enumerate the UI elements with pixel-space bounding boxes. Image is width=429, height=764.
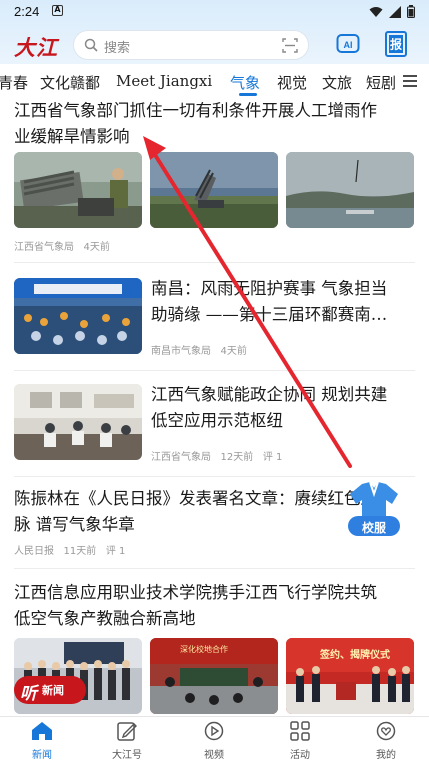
battery-icon <box>407 5 415 18</box>
nav-profile[interactable]: 我的 <box>356 721 416 761</box>
home-icon <box>32 722 52 740</box>
article-title: 南昌：风雨无阻护赛事 气象担当 助骑缘 ——第十三届环鄱赛南… <box>151 276 419 328</box>
newspaper-button[interactable]: 报 <box>384 30 408 58</box>
newspaper-icon: 报 <box>385 31 407 57</box>
divider <box>14 262 415 263</box>
tab-meet-jiangxi[interactable]: Meet Jiangxi <box>116 72 212 90</box>
article-image <box>14 384 142 460</box>
article-image: 深化校地合作 <box>150 638 278 714</box>
article-time: 4天前 <box>83 242 110 253</box>
article-meta: 人民日报 11天前 评 1 <box>14 542 125 557</box>
menu-icon[interactable] <box>403 75 417 87</box>
search-bar[interactable]: 搜索 <box>73 30 309 60</box>
comment-count: 评 1 <box>105 546 126 557</box>
nav-label: 我的 <box>376 750 396 761</box>
article-image: 签约、揭牌仪式 <box>286 638 414 714</box>
article-meta: 江西省气象局 4天前 <box>14 238 110 253</box>
listen-char: 听 <box>20 684 37 704</box>
article-source: 江西省气象局 <box>151 452 211 463</box>
status-time: 2:24 <box>14 4 40 19</box>
ai-icon: AI <box>336 34 360 53</box>
article-title: 江西信息应用职业技术学院携手江西飞行学院共筑 低空气象产教融合新高地 <box>14 580 419 632</box>
app-logo: 大江 <box>14 35 58 60</box>
wifi-icon <box>369 6 383 17</box>
article-title-line: 业缓解旱情影响 <box>14 127 130 146</box>
article-source: 人民日报 <box>14 546 54 557</box>
nav-video[interactable]: 视频 <box>184 721 244 761</box>
article-meta: 江西省气象局 12天前 评 1 <box>151 448 282 463</box>
channel-tabs: 青春 文化赣鄱 Meet Jiangxi 气象 视觉 文旅 短剧 <box>0 66 429 98</box>
tab-visual[interactable]: 视觉 <box>277 72 307 93</box>
article-card[interactable]: 江西气象赋能政企协同 规划共建 低空应用示范枢纽 江西省气象局 12天前 评 1 <box>0 372 429 476</box>
tab-tourism[interactable]: 文旅 <box>322 72 352 93</box>
nav-label: 视频 <box>204 750 224 761</box>
svg-text:AI: AI <box>344 40 353 50</box>
nav-dajiang-hao[interactable]: 大江号 <box>97 721 157 761</box>
article-image <box>14 152 142 228</box>
notification-icon: A <box>52 5 63 16</box>
article-card[interactable]: 南昌：风雨无阻护赛事 气象担当 助骑缘 ——第十三届环鄱赛南… 南昌市气象局 4… <box>0 264 429 370</box>
article-time: 11天前 <box>63 546 97 557</box>
article-title-line: 江西信息应用职业技术学院携手江西飞行学院共筑 <box>14 583 377 602</box>
edit-icon <box>117 722 137 741</box>
article-title: 江西气象赋能政企协同 规划共建 低空应用示范枢纽 <box>151 382 419 434</box>
image-banner-text: 深化校地合作 <box>180 645 228 654</box>
article-title: 江西省气象部门抓住一切有利条件开展人工增雨作 业缓解旱情影响 <box>14 98 419 150</box>
article-title-line: 低空气象产教融合新高地 <box>14 609 196 628</box>
divider <box>14 476 415 477</box>
nav-label: 新闻 <box>32 750 52 761</box>
article-card[interactable]: 江西省气象部门抓住一切有利条件开展人工增雨作 业缓解旱情影响 江西省气象局 4天… <box>0 96 429 262</box>
play-icon <box>204 721 224 741</box>
article-image <box>150 152 278 228</box>
ai-assistant-button[interactable]: AI <box>336 32 360 56</box>
article-title-line: 助骑缘 ——第十三届环鄱赛南… <box>151 305 388 324</box>
article-meta: 南昌市气象局 4天前 <box>151 342 247 357</box>
search-icon <box>84 38 98 52</box>
article-source: 江西省气象局 <box>14 242 74 253</box>
article-image <box>14 278 142 354</box>
search-placeholder: 搜索 <box>104 41 131 56</box>
article-time: 4天前 <box>220 346 247 357</box>
tab-culture[interactable]: 文化赣鄱 <box>40 72 100 93</box>
listen-text: 新闻 <box>42 684 64 697</box>
listen-news-button[interactable]: 听 新闻 <box>14 676 86 704</box>
image-banner-text: 签约、揭牌仪式 <box>320 650 390 661</box>
article-title-line: 低空应用示范枢纽 <box>151 411 283 430</box>
article-image <box>286 152 414 228</box>
school-uniform-label: 校服 <box>361 521 386 535</box>
article-title-line: 江西省气象部门抓住一切有利条件开展人工增雨作 <box>14 101 377 120</box>
scan-icon[interactable] <box>282 38 298 53</box>
svg-text:报: 报 <box>390 37 402 52</box>
article-source: 南昌市气象局 <box>151 346 211 357</box>
nav-activity[interactable]: 活动 <box>270 721 330 761</box>
article-time: 12天前 <box>220 452 254 463</box>
bottom-navigation: 新闻 大江号 视频 活动 我的 <box>0 716 429 764</box>
tab-short-drama[interactable]: 短剧 <box>366 72 396 93</box>
school-uniform-badge[interactable]: 校服 <box>344 480 404 538</box>
profile-heart-icon <box>376 721 396 741</box>
article-title-line: 南昌：风雨无阻护赛事 气象担当 <box>151 279 388 298</box>
grid-icon <box>290 721 310 741</box>
article-title-line: 江西气象赋能政企协同 规划共建 <box>151 385 388 404</box>
app-header: 大江 搜索 AI 报 <box>0 28 429 62</box>
tab-youth[interactable]: 青春 <box>0 72 28 93</box>
divider <box>14 568 415 569</box>
status-bar: 2:24 A <box>0 0 429 24</box>
tab-weather[interactable]: 气象 <box>230 72 260 93</box>
nav-news[interactable]: 新闻 <box>12 721 72 761</box>
signal-icon <box>389 5 401 18</box>
nav-label: 大江号 <box>112 750 142 761</box>
comment-count: 评 1 <box>262 452 283 463</box>
divider <box>14 370 415 371</box>
nav-label: 活动 <box>290 750 310 761</box>
